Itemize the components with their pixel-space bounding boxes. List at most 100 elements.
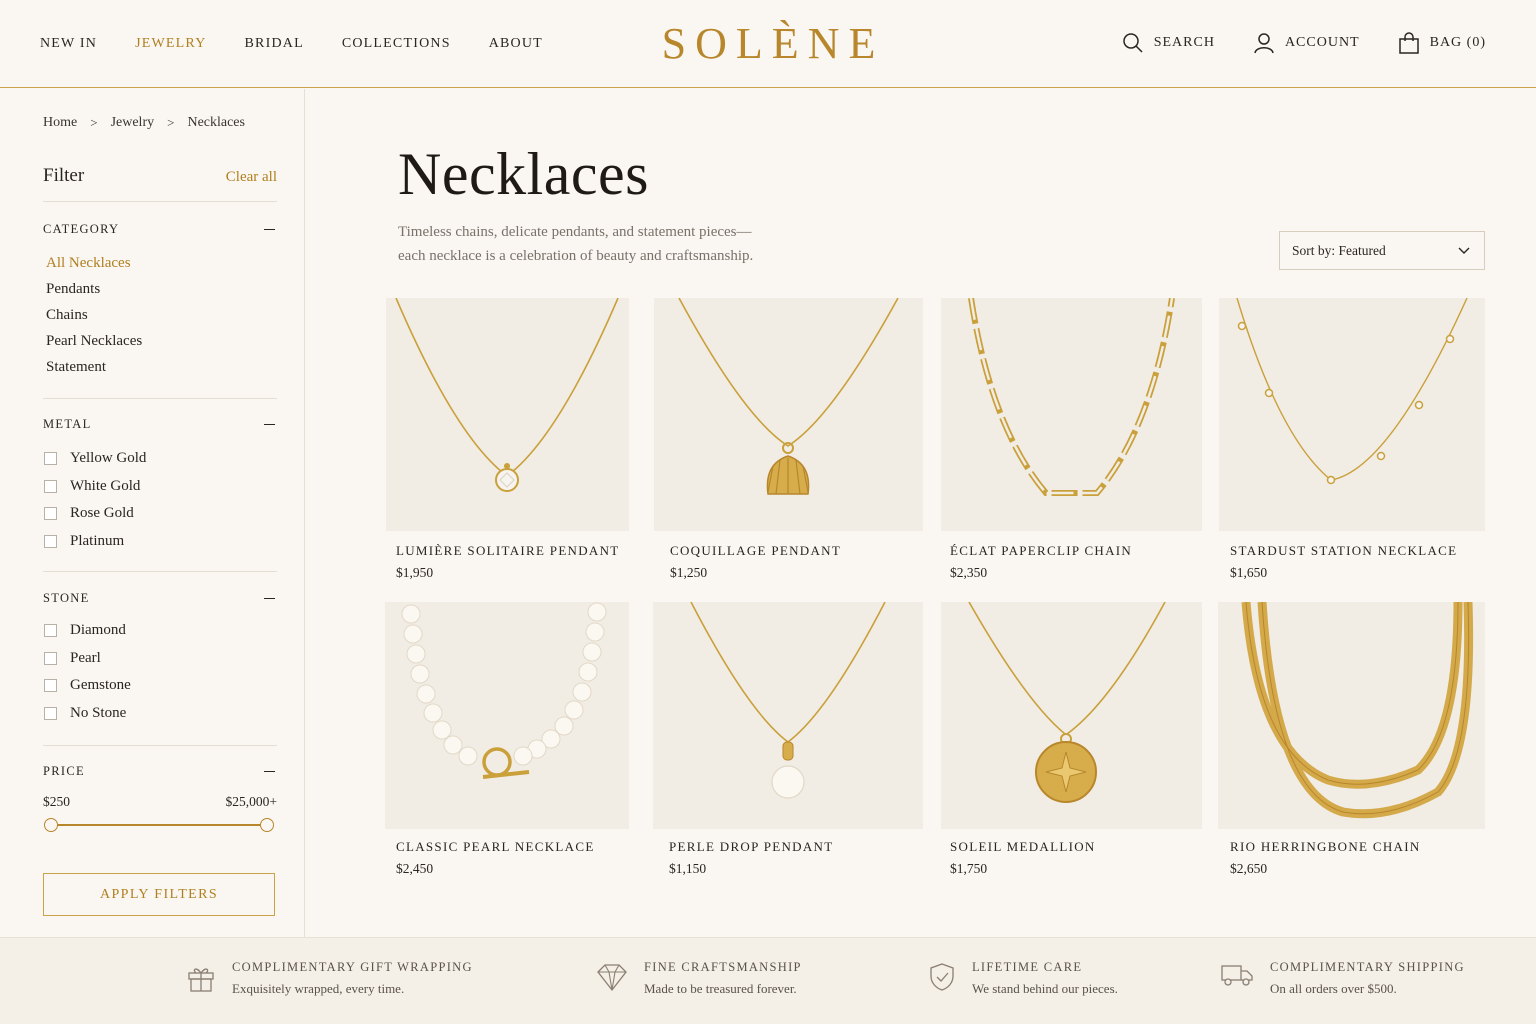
bag-button[interactable]: BAG (0) <box>1398 32 1486 54</box>
product-image[interactable] <box>941 602 1202 829</box>
category-all-necklaces[interactable]: All Necklaces <box>46 253 142 279</box>
checkbox[interactable] <box>44 624 57 638</box>
product-image[interactable] <box>386 298 629 531</box>
feature-gift-wrapping: COMPLIMENTARY GIFT WRAPPING Exquisitely … <box>186 960 473 997</box>
account-label: ACCOUNT <box>1284 35 1360 50</box>
account-button[interactable]: ACCOUNT <box>1253 32 1360 54</box>
medallion-pendant-image <box>968 602 1166 803</box>
feature-subtitle: On all orders over $500. <box>1270 981 1397 996</box>
option-label: Platinum <box>70 532 125 549</box>
shopping-bag-icon <box>1398 32 1419 54</box>
stone-option-pearl[interactable]: Pearl <box>44 645 131 673</box>
filter-sidebar: Home > Jewelry > Necklaces Filter Clear … <box>0 89 305 937</box>
feature-title: COMPLIMENTARY GIFT WRAPPING <box>232 960 473 974</box>
apply-filters-button[interactable]: APPLY FILTERS <box>43 873 275 916</box>
price-section-toggle[interactable]: PRICE <box>43 764 277 779</box>
stone-title: STONE <box>43 591 90 605</box>
product-image[interactable] <box>385 602 629 829</box>
chevron-down-icon <box>1458 247 1470 254</box>
feature-subtitle: Exquisitely wrapped, every time. <box>232 981 405 996</box>
feature-text: FINE CRAFTSMANSHIP Made to be treasured … <box>644 960 802 997</box>
price-min-label: $250 <box>43 794 70 809</box>
option-label: White Gold <box>70 477 141 494</box>
truck-icon <box>1221 965 1253 986</box>
product-image[interactable] <box>1219 298 1485 531</box>
breadcrumb-home[interactable]: Home <box>43 115 77 131</box>
price-slider-track[interactable] <box>51 824 267 826</box>
feature-title: LIFETIME CARE <box>972 960 1083 974</box>
stone-option-no-stone[interactable]: No Stone <box>44 700 131 728</box>
stone-options: Diamond Pearl Gemstone No Stone <box>44 617 131 727</box>
option-label: Yellow Gold <box>70 450 147 467</box>
price-slider-min-handle[interactable] <box>44 818 58 832</box>
solitaire-diamond-pendant-image <box>395 298 619 492</box>
product-price: $1,150 <box>669 861 707 876</box>
checkbox[interactable] <box>44 534 57 548</box>
category-section-toggle[interactable]: CATEGORY <box>43 222 277 237</box>
metal-options: Yellow Gold White Gold Rose Gold Platinu… <box>44 445 146 555</box>
product-price: $1,950 <box>396 565 434 580</box>
checkbox[interactable] <box>44 679 57 693</box>
metal-option-platinum[interactable]: Platinum <box>44 528 146 556</box>
product-name[interactable]: COQUILLAGE PENDANT <box>670 543 841 559</box>
stone-option-diamond[interactable]: Diamond <box>44 617 131 645</box>
sort-dropdown[interactable]: Sort by: Featured <box>1279 231 1485 270</box>
clear-all-link[interactable]: Clear all <box>226 169 277 186</box>
metal-title: METAL <box>43 417 92 431</box>
station-necklace-image <box>1236 298 1468 485</box>
feature-shipping: COMPLIMENTARY SHIPPING On all orders ove… <box>1220 960 1465 997</box>
product-price: $1,750 <box>950 861 988 876</box>
product-image[interactable] <box>653 602 923 829</box>
product-name[interactable]: LUMIÈRE SOLITAIRE PENDANT <box>396 543 620 559</box>
herringbone-chain-image <box>1241 602 1474 819</box>
divider <box>43 571 277 572</box>
breadcrumb-jewelry[interactable]: Jewelry <box>111 115 155 131</box>
price-slider-max-handle[interactable] <box>260 818 274 832</box>
option-label: Rose Gold <box>70 505 134 522</box>
description-line: Timeless chains, delicate pendants, and … <box>398 224 752 240</box>
collapse-icon <box>264 423 275 426</box>
checkbox[interactable] <box>44 507 57 521</box>
category-title: CATEGORY <box>43 222 120 236</box>
filter-header: Filter Clear all <box>43 165 277 187</box>
product-name[interactable]: ÉCLAT PAPERCLIP CHAIN <box>950 543 1132 559</box>
category-chains[interactable]: Chains <box>46 305 142 331</box>
price-max-label: $25,000+ <box>225 794 278 809</box>
page-title: Necklaces <box>398 141 650 207</box>
stone-section-toggle[interactable]: STONE <box>43 591 277 606</box>
price-title: PRICE <box>43 764 85 778</box>
divider <box>43 201 277 202</box>
collapse-icon <box>264 597 275 600</box>
product-image[interactable] <box>654 298 923 531</box>
checkbox[interactable] <box>44 706 57 720</box>
product-name[interactable]: RIO HERRINGBONE CHAIN <box>1230 839 1421 855</box>
feature-title: COMPLIMENTARY SHIPPING <box>1270 960 1465 974</box>
feature-text: COMPLIMENTARY GIFT WRAPPING Exquisitely … <box>232 960 473 997</box>
product-price: $2,450 <box>396 861 434 876</box>
product-name[interactable]: SOLEIL MEDALLION <box>950 839 1096 855</box>
category-statement[interactable]: Statement <box>46 357 142 383</box>
stone-option-gemstone[interactable]: Gemstone <box>44 672 131 700</box>
product-image[interactable] <box>941 298 1202 531</box>
collapse-icon <box>264 228 275 231</box>
breadcrumb: Home > Jewelry > Necklaces <box>43 115 245 131</box>
product-name[interactable]: STARDUST STATION NECKLACE <box>1230 543 1457 559</box>
option-label: Pearl <box>70 649 101 666</box>
gift-icon <box>188 968 214 992</box>
option-label: Gemstone <box>70 677 131 694</box>
search-label: SEARCH <box>1153 35 1215 50</box>
feature-title: FINE CRAFTSMANSHIP <box>644 960 802 974</box>
category-pendants[interactable]: Pendants <box>46 279 142 305</box>
metal-section-toggle[interactable]: METAL <box>43 417 277 432</box>
product-image[interactable] <box>1218 602 1485 829</box>
product-name[interactable]: PERLE DROP PENDANT <box>669 839 833 855</box>
checkbox[interactable] <box>44 479 57 493</box>
category-pearl-necklaces[interactable]: Pearl Necklaces <box>46 331 142 357</box>
product-name[interactable]: CLASSIC PEARL NECKLACE <box>396 839 595 855</box>
search-button[interactable]: SEARCH <box>1122 32 1215 54</box>
checkbox[interactable] <box>44 452 57 466</box>
metal-option-white-gold[interactable]: White Gold <box>44 473 146 501</box>
checkbox[interactable] <box>44 651 57 665</box>
metal-option-rose-gold[interactable]: Rose Gold <box>44 500 146 528</box>
metal-option-yellow-gold[interactable]: Yellow Gold <box>44 445 146 473</box>
